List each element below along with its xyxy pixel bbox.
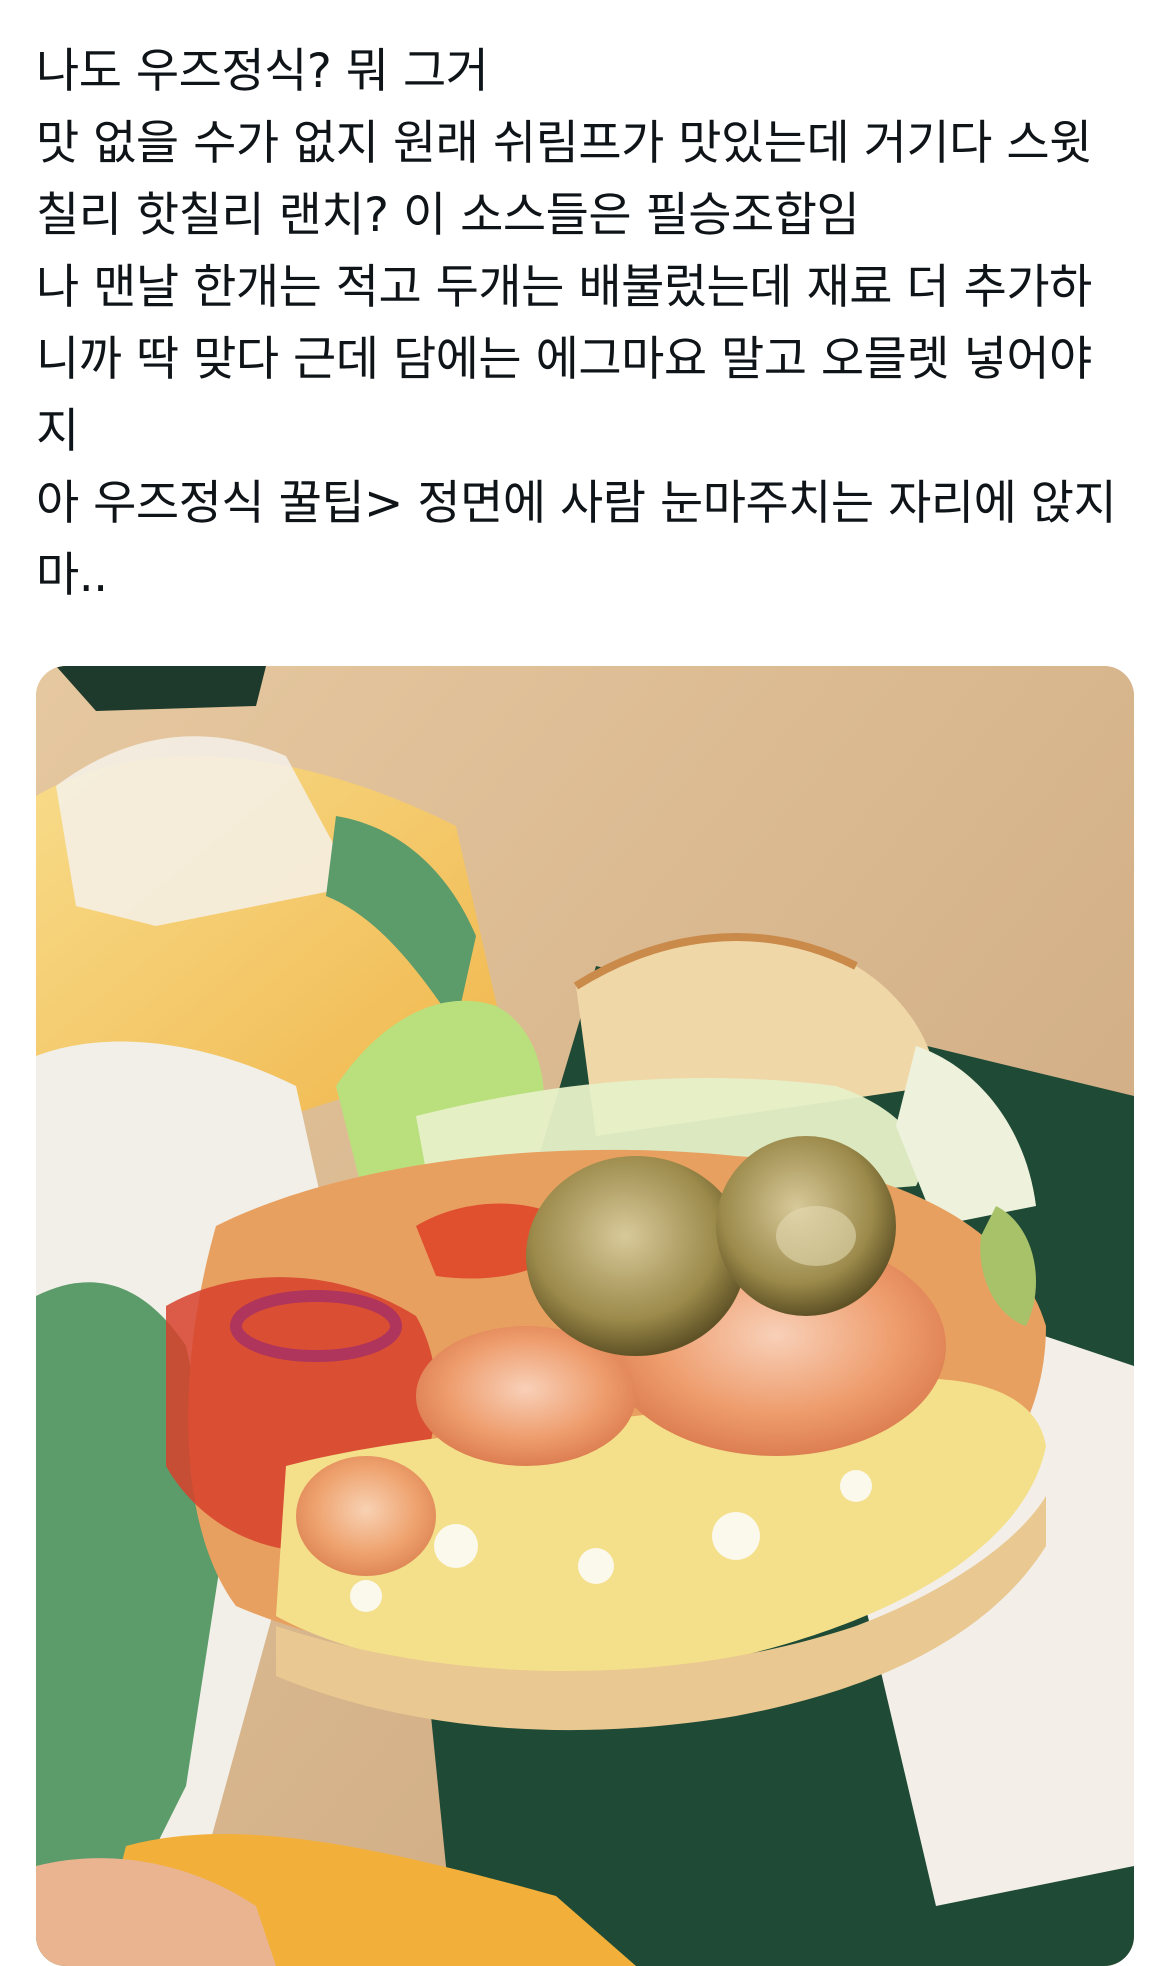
shrimp-piece bbox=[296, 1456, 436, 1576]
pickle-seeds bbox=[776, 1206, 856, 1266]
pickle-slice bbox=[526, 1156, 746, 1356]
egg-white-chunk bbox=[578, 1548, 614, 1584]
egg-white-chunk bbox=[840, 1470, 872, 1502]
egg-white-chunk bbox=[350, 1580, 382, 1612]
tweet-media-photo[interactable] bbox=[36, 666, 1134, 1966]
egg-white-chunk bbox=[712, 1512, 760, 1560]
tweet-text-line: 칠리 핫칠리 랜치? 이 소스들은 필승조합임 bbox=[36, 188, 860, 243]
sandwich-photo-illustration bbox=[36, 666, 1134, 1966]
tweet-body-text: 나도 우즈정식? 뭐 그거 맛 없을 수가 없지 원래 쉬림프가 맛있는데 거기… bbox=[36, 36, 1126, 612]
tweet-text-line: 맛 없을 수가 없지 원래 쉬림프가 맛있는데 거기다 스윗 bbox=[36, 116, 1092, 171]
tweet-text-line: 나 맨날 한개는 적고 두개는 배불렀는데 재료 더 추가하 bbox=[36, 260, 1092, 315]
tweet-text-line: 지 bbox=[36, 404, 79, 459]
tweet-text-line: 니까 딱 맞다 근데 담에는 에그마요 말고 오믈렛 넣어야 bbox=[36, 332, 1092, 387]
tweet-text-line: 아 우즈정식 꿀팁> 정면에 사람 눈마주치는 자리에 앉지 bbox=[36, 476, 1117, 531]
egg-white-chunk bbox=[434, 1524, 478, 1568]
tweet-text-line: 나도 우즈정식? 뭐 그거 bbox=[36, 44, 489, 99]
tweet-container: 나도 우즈정식? 뭐 그거 맛 없을 수가 없지 원래 쉬림프가 맛있는데 거기… bbox=[0, 0, 1170, 1966]
tweet-text-line: 마.. bbox=[36, 548, 108, 603]
